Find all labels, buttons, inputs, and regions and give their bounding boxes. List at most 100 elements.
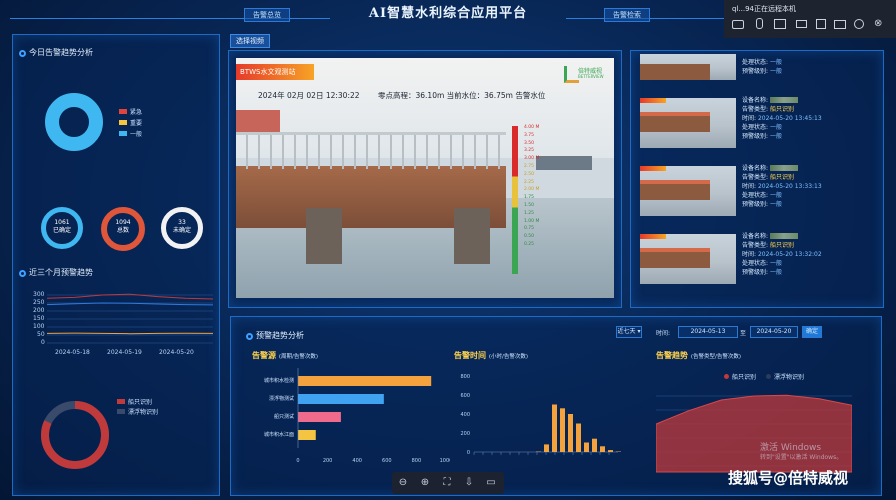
time-y-tick: 600 bbox=[460, 393, 470, 399]
source-bar bbox=[298, 376, 432, 386]
time-bar bbox=[552, 404, 557, 452]
confirm-button[interactable]: 确定 bbox=[802, 326, 822, 338]
legend-swatch-blue bbox=[119, 131, 127, 136]
time-bar bbox=[608, 450, 613, 452]
trend-chart-title: 告警趋势 (告警类型/告警次数) bbox=[656, 351, 742, 360]
legend-float: 漂浮物识别 bbox=[117, 407, 158, 416]
alarm-details: 处理状态: 一般 预警级别: 一般 bbox=[742, 59, 782, 75]
legend-ship: 船只识别 bbox=[117, 397, 152, 406]
water-gauge bbox=[512, 126, 518, 274]
pier-column bbox=[454, 208, 490, 264]
time-y-tick: 400 bbox=[460, 412, 470, 418]
fit-screen-icon[interactable]: ⛶ bbox=[440, 476, 454, 490]
ytick-100: 100 bbox=[33, 323, 45, 330]
ytick-200: 200 bbox=[33, 307, 45, 314]
warning-trend-title: 预警趋势分析 bbox=[246, 330, 304, 341]
start-date-input[interactable]: 2024-05-13 bbox=[678, 326, 738, 338]
download-icon[interactable]: ⇩ bbox=[462, 476, 476, 490]
time-chart-title: 告警时间 (小时/告警次数) bbox=[454, 351, 529, 360]
time-bar bbox=[560, 408, 565, 452]
time-y-tick: 800 bbox=[460, 374, 470, 380]
source-x-tick: 200 bbox=[323, 458, 333, 464]
select-video-tab[interactable]: 选择视频 bbox=[230, 34, 270, 48]
trend-legend-float: 漂浮物识别 bbox=[766, 372, 804, 381]
section-dot-icon bbox=[19, 50, 26, 57]
alarm-search-button[interactable]: 告警检索 bbox=[604, 8, 650, 22]
ring-confirmed-text: 1061 已确定 bbox=[52, 219, 71, 234]
camera-icon[interactable] bbox=[796, 20, 807, 28]
time-bar bbox=[576, 423, 581, 452]
camera-date: 2024年 02月 02日 12:30:22 bbox=[258, 91, 360, 100]
today-alarm-title: 今日告警趋势分析 bbox=[19, 47, 93, 58]
source-x-tick: 1000 bbox=[440, 458, 450, 464]
recognition-ring-chart bbox=[41, 401, 109, 469]
legend-swatch-yellow bbox=[119, 120, 127, 125]
time-bar bbox=[600, 446, 605, 452]
time-bar bbox=[592, 438, 597, 452]
alarm-details: 设备名称: 告警类型: 船只识别 时间: 2024-05-20 13:32:02… bbox=[742, 233, 822, 276]
folder-icon[interactable] bbox=[834, 20, 846, 29]
brand-watermark: 搜狐号@倍特威视 bbox=[728, 469, 849, 487]
alarm-thumbnail[interactable] bbox=[640, 234, 736, 284]
screen-share-icon[interactable] bbox=[774, 19, 786, 29]
redacted-device-name bbox=[769, 165, 798, 171]
zoom-in-icon[interactable]: ⊕ bbox=[418, 476, 432, 490]
ytick-0: 0 bbox=[41, 339, 45, 346]
alarm-thumbnail[interactable] bbox=[640, 98, 736, 148]
alarm-details: 设备名称: 告警类型: 船只识别 时间: 2024-05-20 13:33:13… bbox=[742, 165, 822, 208]
ring-total-text: 1094 总数 bbox=[115, 219, 131, 234]
settings-icon[interactable] bbox=[854, 19, 864, 29]
alarm-source-bar-chart: 城市积水检测漂浮物测试船只测试城市积水江面 0 200 400 600 800 1000 bbox=[264, 368, 450, 464]
camera-feed[interactable]: BTWS水文观测站 2024年 02月 02日 12:30:22 零点高程：36… bbox=[236, 58, 614, 298]
legend-normal: 一般 bbox=[119, 129, 142, 138]
alarm-card-1[interactable]: 设备名称: 告警类型: 船只识别 时间: 2024-05-20 13:45:13… bbox=[636, 94, 876, 152]
time-y-tick: 200 bbox=[460, 431, 470, 437]
chevron-down-icon: ▾ bbox=[635, 328, 641, 335]
series-line-orange bbox=[47, 332, 213, 335]
windows-activate-hint: 转到"设置"以激活 Windows。 bbox=[760, 454, 843, 461]
source-x-tick: 600 bbox=[382, 458, 392, 464]
alarm-thumbnail[interactable] bbox=[640, 54, 736, 80]
trend-legend-ship: 船只识别 bbox=[724, 372, 756, 381]
left-panel: 今日告警趋势分析 紧急 重要 一般 1061 已确定 1094 总数 33 未确定 近… bbox=[12, 34, 220, 496]
pier-rail bbox=[236, 132, 506, 169]
three-month-line-chart bbox=[47, 293, 213, 344]
time-bar bbox=[584, 442, 589, 452]
close-icon[interactable]: ⊗ bbox=[874, 18, 882, 29]
alarm-card-2[interactable]: 设备名称: 告警类型: 船只识别 时间: 2024-05-20 13:33:13… bbox=[636, 162, 876, 220]
alarm-card-top[interactable]: 处理状态: 一般 预警级别: 一般 bbox=[636, 54, 876, 84]
alarm-card-3[interactable]: 设备名称: 告警类型: 船只识别 时间: 2024-05-20 13:32:02… bbox=[636, 230, 876, 288]
zoom-out-icon[interactable]: ⊖ bbox=[396, 476, 410, 490]
logo-icon bbox=[564, 66, 579, 83]
legend-important: 重要 bbox=[119, 118, 142, 127]
legend-swatch-dark bbox=[766, 374, 771, 379]
redacted-device-name bbox=[769, 233, 798, 239]
chat-icon[interactable] bbox=[732, 20, 744, 29]
copy-icon[interactable] bbox=[816, 19, 826, 29]
legend-urgent: 紧急 bbox=[119, 107, 142, 116]
source-category-label: 船只测试 bbox=[274, 413, 294, 420]
source-bar bbox=[298, 394, 384, 404]
comment-icon[interactable]: ▭ bbox=[484, 476, 498, 490]
series-line-blue bbox=[47, 302, 213, 306]
section-dot-icon bbox=[19, 270, 26, 277]
xtick-0519: 2024-05-19 bbox=[107, 349, 142, 356]
station-banner: BTWS水文观测站 bbox=[236, 64, 314, 80]
end-date-input[interactable]: 2024-05-20 bbox=[750, 326, 798, 338]
source-chart-title: 告警源 (周期/告警次数) bbox=[252, 351, 319, 360]
to-label: 至 bbox=[740, 330, 747, 337]
pier-column bbox=[306, 208, 342, 264]
alarm-thumbnail[interactable] bbox=[640, 166, 736, 216]
range-select[interactable]: 近七天 ▾ bbox=[616, 326, 642, 338]
source-bar bbox=[298, 430, 316, 440]
remote-session-text: ql...94正在远程本机 bbox=[732, 5, 796, 13]
time-label: 时间: bbox=[656, 330, 671, 337]
alarm-details: 设备名称: 告警类型: 船只识别 时间: 2024-05-20 13:45:13… bbox=[742, 97, 822, 140]
mic-icon[interactable] bbox=[756, 18, 763, 29]
source-x-tick: 800 bbox=[412, 458, 422, 464]
ytick-50: 50 bbox=[37, 331, 45, 338]
ring-unconfirmed-text: 33 未确定 bbox=[172, 219, 191, 234]
gauge-labels: 4.00 M 3.75 3.50 3.25 3.00 M 2.75 2.50 2… bbox=[524, 125, 540, 247]
alarm-overview-button[interactable]: 告警总览 bbox=[244, 8, 290, 22]
time-bar bbox=[568, 414, 573, 452]
